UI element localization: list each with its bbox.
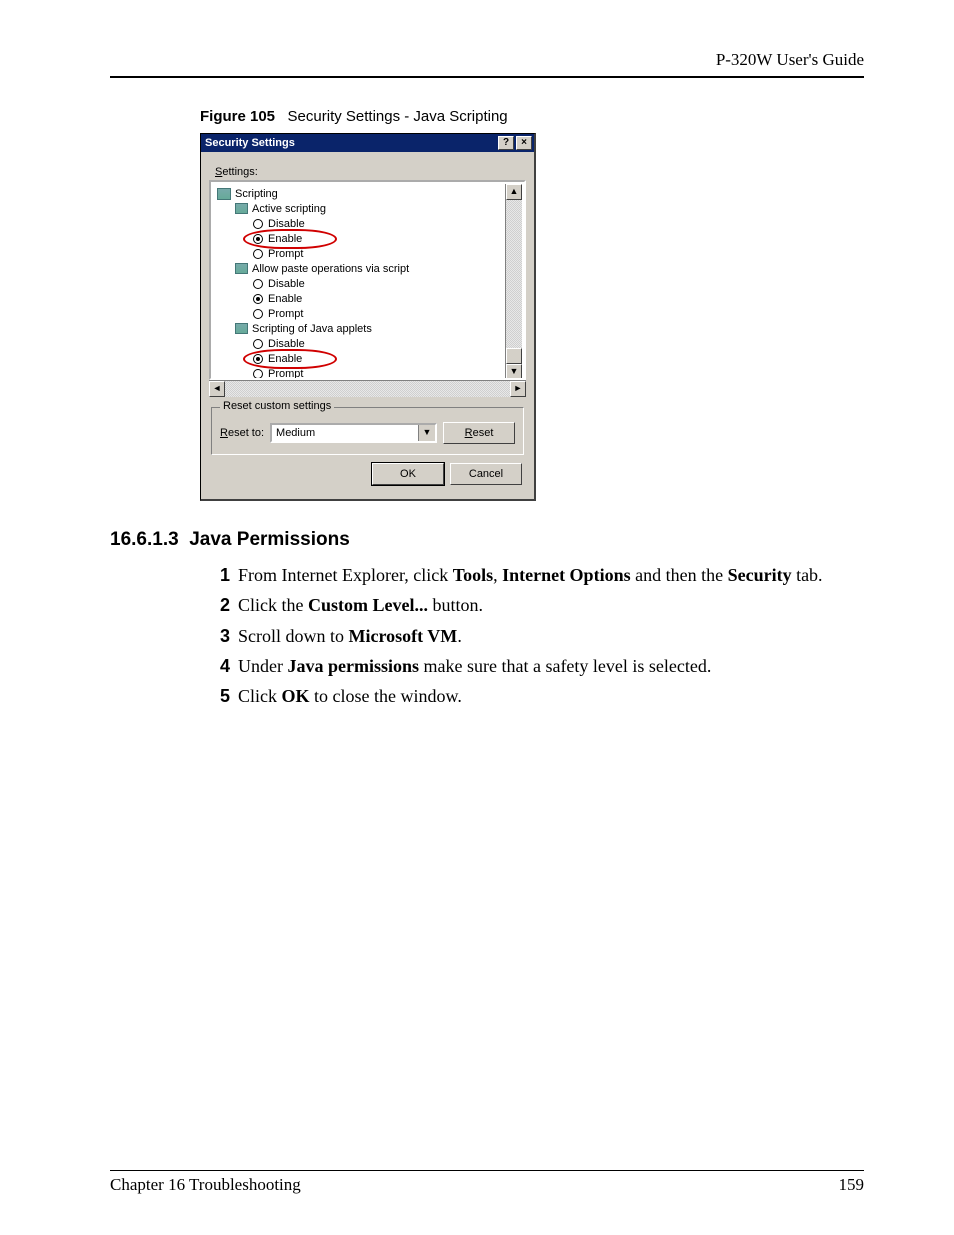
step-number: 3: [210, 624, 230, 648]
settings-label: Settings:: [215, 166, 526, 178]
step-number: 4: [210, 654, 230, 678]
step-text: Scroll down to Microsoft VM.: [238, 624, 462, 648]
radio-enable[interactable]: [253, 234, 263, 244]
opt-enable-label: Enable: [268, 293, 302, 305]
scroll-up-button[interactable]: ▲: [506, 184, 522, 200]
folder-icon: [217, 188, 231, 200]
reset-button[interactable]: Reset: [443, 422, 515, 444]
folder-icon: [235, 323, 248, 334]
radio-disable[interactable]: [253, 339, 263, 349]
help-button[interactable]: ?: [498, 136, 514, 150]
close-button[interactable]: ×: [516, 136, 532, 150]
header-rule: [110, 76, 864, 78]
figure-caption-text: Security Settings - Java Scripting: [288, 108, 508, 125]
reset-custom-settings-group: Reset custom settings Reset to: Medium ▼…: [211, 407, 524, 455]
opt-disable-label: Disable: [268, 278, 305, 290]
radio-disable[interactable]: [253, 219, 263, 229]
step-item: 1 From Internet Explorer, click Tools, In…: [210, 563, 864, 587]
dialog-title: Security Settings: [205, 137, 295, 149]
step-item: 2 Click the Custom Level... button.: [210, 593, 864, 617]
opt-prompt-label: Prompt: [268, 308, 303, 320]
dialog-titlebar[interactable]: Security Settings ? ×: [201, 134, 534, 152]
steps-list: 1 From Internet Explorer, click Tools, In…: [210, 563, 864, 708]
fieldset-legend: Reset custom settings: [220, 400, 334, 412]
radio-enable[interactable]: [253, 294, 263, 304]
footer-page-number: 159: [839, 1175, 865, 1195]
opt-enable-label: Enable: [268, 353, 302, 365]
tree-scripting-applets: Scripting of Java applets: [252, 323, 372, 335]
scroll-track[interactable]: [225, 381, 510, 397]
radio-prompt[interactable]: [253, 369, 263, 379]
cancel-button[interactable]: Cancel: [450, 463, 522, 485]
scroll-thumb[interactable]: [506, 348, 522, 364]
radio-prompt[interactable]: [253, 249, 263, 259]
step-text: Under Java permissions make sure that a …: [238, 654, 711, 678]
step-number: 2: [210, 593, 230, 617]
opt-disable-label: Disable: [268, 338, 305, 350]
step-item: 5 Click OK to close the window.: [210, 684, 864, 708]
header-guide-title: P-320W User's Guide: [110, 50, 864, 70]
horizontal-scrollbar[interactable]: ◄ ►: [209, 380, 526, 397]
footer-chapter: Chapter 16 Troubleshooting: [110, 1175, 301, 1195]
step-item: 3 Scroll down to Microsoft VM.: [210, 624, 864, 648]
combo-value: Medium: [276, 427, 315, 439]
step-text: Click the Custom Level... button.: [238, 593, 483, 617]
section-number: 16.6.1.3: [110, 529, 179, 550]
opt-enable-label: Enable: [268, 233, 302, 245]
step-text: Click OK to close the window.: [238, 684, 462, 708]
opt-prompt-label: Prompt: [268, 248, 303, 260]
reset-to-label: Reset to:: [220, 427, 264, 439]
scroll-right-button[interactable]: ►: [510, 381, 526, 397]
scroll-left-button[interactable]: ◄: [209, 381, 225, 397]
section-heading: 16.6.1.3 Java Permissions: [110, 529, 864, 551]
reset-level-combo[interactable]: Medium ▼: [270, 423, 437, 443]
tree-active-scripting: Active scripting: [252, 203, 326, 215]
settings-tree[interactable]: Scripting Active scripting Disable Enabl…: [209, 180, 526, 380]
tree-allow-paste: Allow paste operations via script: [252, 263, 409, 275]
security-settings-dialog: Security Settings ? × Settings: Scriptin…: [200, 133, 536, 501]
step-number: 5: [210, 684, 230, 708]
radio-disable[interactable]: [253, 279, 263, 289]
radio-prompt[interactable]: [253, 309, 263, 319]
step-text: From Internet Explorer, click Tools, Int…: [238, 563, 823, 587]
scroll-down-button[interactable]: ▼: [506, 364, 522, 380]
chevron-down-icon[interactable]: ▼: [418, 425, 435, 441]
step-number: 1: [210, 563, 230, 587]
figure-caption: Figure 105 Security Settings - Java Scri…: [200, 108, 864, 125]
scroll-track[interactable]: [506, 200, 522, 364]
folder-icon: [235, 263, 248, 274]
folder-icon: [235, 203, 248, 214]
footer-rule: [110, 1170, 864, 1171]
section-title: Java Permissions: [189, 529, 350, 550]
vertical-scrollbar[interactable]: ▲ ▼: [505, 184, 522, 380]
opt-disable-label: Disable: [268, 218, 305, 230]
ok-button[interactable]: OK: [372, 463, 444, 485]
page-footer: Chapter 16 Troubleshooting 159: [110, 1170, 864, 1195]
step-item: 4 Under Java permissions make sure that a…: [210, 654, 864, 678]
tree-scripting: Scripting: [235, 188, 278, 200]
figure-label: Figure 105: [200, 108, 275, 125]
opt-prompt-label: Prompt: [268, 368, 303, 380]
radio-enable[interactable]: [253, 354, 263, 364]
